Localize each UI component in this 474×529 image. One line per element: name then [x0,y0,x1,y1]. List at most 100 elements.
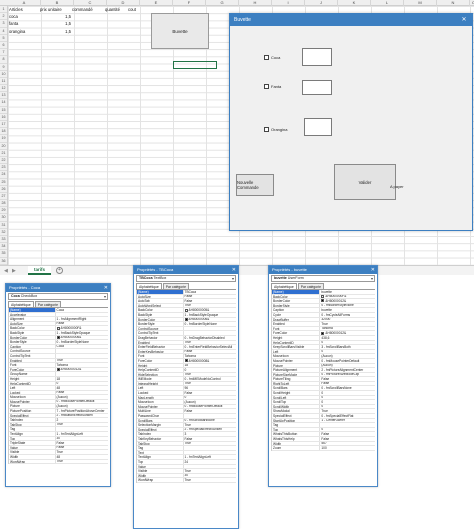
close-icon[interactable]: ✕ [371,266,375,274]
row-header[interactable]: 13 [0,92,7,100]
property-value[interactable]: False [56,391,108,395]
property-value[interactable]: Tahoma [184,354,236,358]
row-header[interactable]: 31 [0,222,7,229]
row-header[interactable]: 26 [0,186,7,193]
property-value[interactable]: (Aucun) [184,400,236,404]
property-value[interactable]: 2 [56,418,108,422]
property-value[interactable]: False [184,295,236,299]
property-value[interactable]: 0 - fmScrollBarsNone [184,419,236,423]
row-header[interactable]: 21 [0,150,7,157]
tab-alphabetique[interactable]: Alphabétique [136,283,162,289]
property-value[interactable]: &H80000012& [320,331,375,335]
row-header[interactable]: 12 [0,85,7,93]
property-value[interactable]: 7 - fmPicturePositionAboveCenter [56,409,108,413]
textbox-orangina[interactable] [304,118,332,136]
property-value[interactable]: 2 - fmButtonEffectSunken [56,414,108,418]
row-header[interactable]: 7 [0,49,7,57]
property-value[interactable]: True [184,423,236,427]
row-header[interactable]: 14 [0,99,7,107]
property-value[interactable]: 0 [320,400,375,404]
row-header[interactable]: 19 [0,135,7,143]
textbox-coca[interactable] [302,48,332,66]
property-value[interactable]: 1 - fmBackStyleOpaque [56,331,108,335]
property-value[interactable]: True [184,442,236,446]
property-row[interactable]: WordWrap True [137,478,236,483]
property-value[interactable]: 0 [320,350,375,354]
property-value[interactable]: False [184,437,236,441]
property-value[interactable]: False [56,446,108,450]
row-header[interactable]: 28 [0,200,7,208]
property-value[interactable]: True [320,409,375,413]
property-value[interactable]: 32000 [320,318,375,322]
property-value[interactable]: 3 - fmScrollBarsBoth [320,345,375,349]
selected-cell-g8[interactable] [173,61,217,69]
properties-titlebar[interactable]: Propriétés - buvette ✕ [269,266,377,274]
property-value[interactable] [56,372,108,376]
object-selector[interactable]: Coca CheckBox ▾ [8,293,108,300]
row-header[interactable]: 3 [0,20,7,28]
property-value[interactable]: (Aucun) [56,395,108,399]
property-value[interactable]: 0 - fmMousePointerDefault [184,405,236,409]
close-icon[interactable]: ✕ [104,284,108,292]
object-selector[interactable]: TBCoca TextBox ▾ [136,275,236,282]
property-value[interactable]: &H80000012& [320,299,375,303]
property-value[interactable]: True [56,423,108,427]
row-header[interactable]: 16 [0,114,7,121]
property-value[interactable]: True [184,382,236,386]
property-value[interactable] [56,313,108,317]
property-value[interactable]: False [320,437,375,441]
cell-d1[interactable]: quantité [105,6,120,13]
checkbox-icon[interactable] [264,84,269,89]
property-value[interactable]: True [184,469,236,473]
row-header[interactable]: 20 [0,143,7,150]
property-value[interactable] [56,349,108,353]
property-value[interactable]: 48 [56,386,108,390]
properties-titlebar[interactable]: Propriétés - TBCoca ✕ [134,266,238,274]
property-value[interactable]: 0 - fmBorderStyleNone [184,322,236,326]
property-value[interactable]: 0 - fmCycleAllForms [320,313,375,317]
property-value[interactable] [184,446,236,450]
cell-c1[interactable]: commandé [72,6,93,13]
property-value[interactable]: Coca [56,308,108,312]
property-value[interactable]: True [184,478,236,482]
property-value[interactable]: False [184,409,236,413]
property-value[interactable]: 0 [320,428,375,432]
property-value[interactable]: 0 [320,391,375,395]
property-value[interactable]: True [56,460,108,464]
chevron-down-icon[interactable]: ▾ [232,276,234,281]
property-value[interactable] [184,327,236,331]
property-value[interactable]: 1 - fmTextAlignLeft [184,455,236,459]
row-header[interactable]: 23 [0,164,7,172]
property-value[interactable]: 100 [320,446,375,450]
row-header[interactable]: 36 [0,258,7,265]
sheet-tab-tarifs[interactable]: tarifs [28,266,52,275]
property-row[interactable]: WordWrap True [9,459,108,465]
row-header[interactable]: 10 [0,71,7,78]
tab-next-icon[interactable]: ▶ [12,268,16,274]
property-value[interactable]: 0 - fmBorderStyleNone [320,304,375,308]
property-value[interactable]: False [56,322,108,326]
property-value[interactable]: 0 - fmEnterFieldBehaviorSelectAll [184,345,236,349]
property-value[interactable]: 0 [184,396,236,400]
property-value[interactable]: False [320,432,375,436]
property-value[interactable] [184,451,236,455]
property-value[interactable]: True [184,373,236,377]
row-header[interactable]: 8 [0,56,7,64]
row-header[interactable]: 35 [0,250,7,258]
textbox-fanta[interactable] [302,80,332,95]
row-header[interactable]: 30 [0,214,7,222]
property-value[interactable]: 96 [184,386,236,390]
property-value[interactable]: (Aucun) [56,404,108,408]
cell-a1[interactable]: Articles [9,6,23,13]
property-value[interactable]: 1 - fmAlignmentRight [56,317,108,321]
property-value[interactable]: False [320,377,375,381]
new-order-button[interactable]: Nouvelle Commande [236,174,274,196]
property-value[interactable]: 0 - fmMousePointerDefault [320,359,375,363]
property-value[interactable]: TBCoca [184,290,236,294]
property-grid[interactable]: (Name) TBCoca AutoSize False AutoTab False Aut… [136,290,236,483]
row-header[interactable]: 9 [0,64,7,71]
property-value[interactable] [184,331,236,335]
property-value[interactable]: &H80000006& [184,318,236,321]
property-value[interactable]: False [184,391,236,395]
row-header[interactable]: 27 [0,193,7,201]
